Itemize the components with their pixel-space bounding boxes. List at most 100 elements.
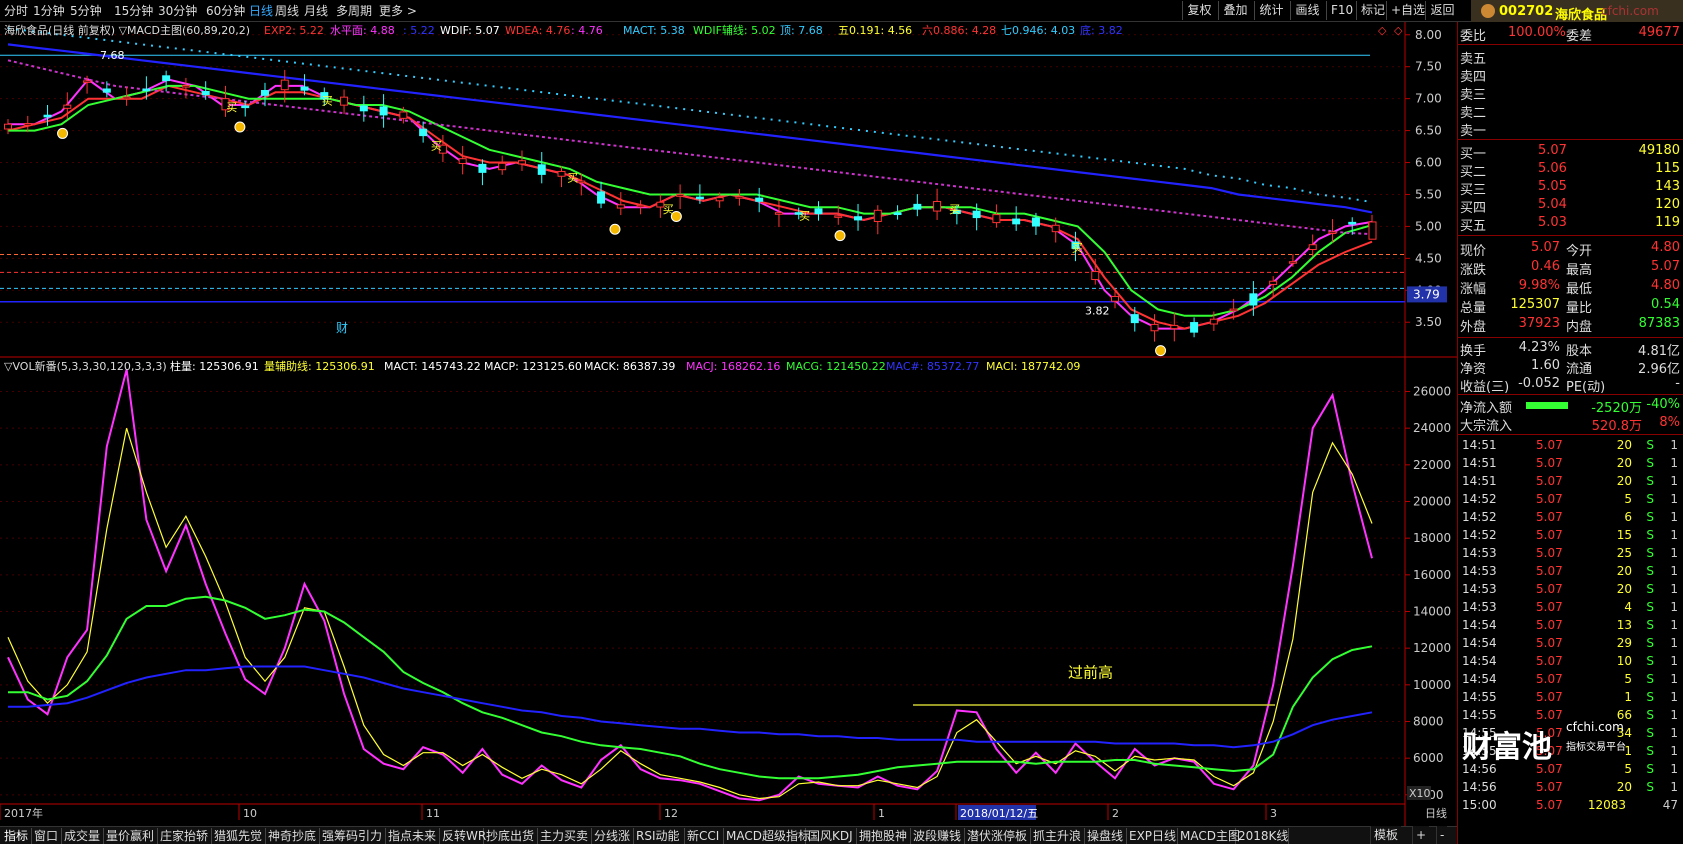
tick-count: 1 xyxy=(1670,672,1678,686)
stat-value: 0.46 xyxy=(1531,259,1560,274)
indicator-tab[interactable]: 拥抱股神 xyxy=(857,828,911,844)
candle-body xyxy=(102,88,111,93)
toolbar-button[interactable]: 复权 xyxy=(1182,1,1216,20)
indicator-tab[interactable]: 神奇抄底 xyxy=(266,828,320,844)
stat-value: 5.07 xyxy=(1531,240,1560,255)
buy-volume: 115 xyxy=(1655,161,1680,176)
indicator-tab[interactable]: 庄家抬轿 xyxy=(158,828,212,844)
toolbar-button[interactable]: 画线 xyxy=(1290,1,1324,20)
kline-chart[interactable]: 8.007.507.006.506.005.505.004.504.003.50… xyxy=(0,22,1457,826)
tick-row[interactable]: 14:54 5.07 29 S 1 xyxy=(1458,635,1683,653)
tick-row[interactable]: 14:53 5.07 25 S 1 xyxy=(1458,545,1683,563)
tick-volume: 4 xyxy=(1624,600,1632,614)
indicator-tab[interactable]: 国风KDJ xyxy=(806,828,857,844)
candle-body xyxy=(814,208,823,215)
tick-count: 1 xyxy=(1670,492,1678,506)
buy-price: 5.07 xyxy=(1538,143,1567,158)
indicator-tab[interactable]: 反转WR xyxy=(440,828,486,844)
tick-row[interactable]: 14:55 5.07 1 S 1 xyxy=(1458,689,1683,707)
date-tick-label: 3 xyxy=(1270,807,1277,820)
indicator-tab[interactable]: 抄底出货 xyxy=(484,828,538,844)
indicator-tab[interactable]: 主力买卖 xyxy=(538,828,592,844)
indicator-tab[interactable]: 指点未来 xyxy=(386,828,440,844)
period-tab[interactable]: 周线 xyxy=(275,3,299,19)
stat-row: 涨幅 9.98% 最低 4.80 xyxy=(1458,277,1683,297)
vol-indicator-value: 柱量: 125306.91 xyxy=(170,360,259,373)
candle-body xyxy=(241,105,250,109)
price-tick-label: 5.00 xyxy=(1415,219,1442,233)
toolbar-button[interactable]: 返回 xyxy=(1425,1,1459,20)
period-tab[interactable]: 1分钟 xyxy=(33,3,65,19)
toolbar-button[interactable]: 统计 xyxy=(1254,1,1288,20)
tick-volume: 6 xyxy=(1624,510,1632,524)
bottom-right-button[interactable]: - xyxy=(1436,826,1448,844)
divider xyxy=(1458,394,1683,395)
indicator-tab[interactable]: 2018K线 xyxy=(1236,828,1289,844)
tick-row[interactable]: 14:53 5.07 20 S 1 xyxy=(1458,581,1683,599)
tick-price: 5.07 xyxy=(1536,636,1563,650)
tick-row[interactable]: 14:51 5.07 20 S 1 xyxy=(1458,455,1683,473)
period-tab[interactable]: 月线 xyxy=(304,3,328,19)
bottom-right-button[interactable]: + xyxy=(1412,826,1430,844)
tick-row[interactable]: 14:52 5.07 15 S 1 xyxy=(1458,527,1683,545)
period-tab[interactable]: 分时 xyxy=(4,3,28,19)
tick-row[interactable]: 14:54 5.07 10 S 1 xyxy=(1458,653,1683,671)
candle-body xyxy=(597,191,606,204)
period-tab[interactable]: 多周期 xyxy=(336,3,372,19)
tick-row[interactable]: 14:51 5.07 20 S 1 xyxy=(1458,437,1683,455)
tick-side: S xyxy=(1646,546,1654,560)
indicator-tab[interactable]: 窗口 xyxy=(32,828,62,844)
candle-body xyxy=(23,123,32,126)
vol-indicator-value: MACG: 121450.22 xyxy=(786,360,886,373)
period-tab[interactable]: 15分钟 xyxy=(114,3,153,19)
main-indicator-value: EXP2: 5.22 xyxy=(264,24,324,37)
period-tab[interactable]: 5分钟 xyxy=(70,3,102,19)
toolbar-button[interactable]: 标记 xyxy=(1356,1,1385,20)
buy-label: 买五 xyxy=(1460,219,1487,234)
candle-body xyxy=(458,158,467,164)
indicator-tab[interactable]: 成交量 xyxy=(62,828,104,844)
indicator-tab[interactable]: MACD超级指标 xyxy=(724,828,810,844)
tick-volume: 5 xyxy=(1624,492,1632,506)
tick-row[interactable]: 14:53 5.07 4 S 1 xyxy=(1458,599,1683,617)
toolbar-button[interactable]: +自选 xyxy=(1386,1,1425,20)
indicator-tab[interactable]: RSI动能 xyxy=(634,828,685,844)
tick-row[interactable]: 14:54 5.07 13 S 1 xyxy=(1458,617,1683,635)
indicator-tab[interactable]: MACD主图 xyxy=(1178,828,1240,844)
buy-signal-dot xyxy=(234,121,246,133)
tick-volume: 20 xyxy=(1616,780,1632,794)
tick-row[interactable]: 14:52 5.07 6 S 1 xyxy=(1458,509,1683,527)
stock-name: 海欣食品 xyxy=(1555,8,1608,23)
tick-row[interactable]: 14:54 5.07 5 S 1 xyxy=(1458,671,1683,689)
period-tab[interactable]: 更多 > xyxy=(379,3,417,19)
indicator-tab[interactable]: 波段赚钱 xyxy=(911,828,965,844)
tick-row[interactable]: 14:52 5.07 5 S 1 xyxy=(1458,491,1683,509)
tick-volume: 20 xyxy=(1616,564,1632,578)
indicator-tab[interactable]: 指标 xyxy=(2,828,32,844)
indicator-tab[interactable]: 抓主升浪 xyxy=(1031,828,1085,844)
period-tab[interactable]: 日线 xyxy=(249,3,273,19)
tick-row[interactable]: 14:53 5.07 20 S 1 xyxy=(1458,563,1683,581)
toolbar-button[interactable]: 叠加 xyxy=(1218,1,1252,20)
period-tab[interactable]: 60分钟 xyxy=(206,3,245,19)
indicator-tab[interactable]: 潜伏涨停板 xyxy=(965,828,1031,844)
indicator-tab[interactable]: EXP日线 xyxy=(1127,828,1178,844)
period-tab[interactable]: 30分钟 xyxy=(158,3,197,19)
indicator-tab[interactable]: 量价赢利 xyxy=(104,828,158,844)
indicator-tab[interactable]: 强筹码引力 xyxy=(320,828,386,844)
tick-row[interactable]: 14:56 5.07 20 S 1 xyxy=(1458,779,1683,797)
indicator-tab[interactable]: 猎狐先觉 xyxy=(212,828,266,844)
vol-tick-label: 14000 xyxy=(1413,605,1451,619)
tick-side: S xyxy=(1646,726,1654,740)
flow-value: 520.8万 xyxy=(1591,419,1642,434)
indicator-tab[interactable]: 新CCI xyxy=(685,828,724,844)
tick-row[interactable]: 15:00 5.07 12083 47 xyxy=(1458,797,1683,815)
toolbar-button[interactable]: F10 xyxy=(1326,1,1354,20)
candle-body xyxy=(676,194,685,197)
candle-body xyxy=(873,209,882,222)
bottom-right-button[interactable]: 模板 xyxy=(1370,826,1402,844)
stat2-row: 换手 4.23% 股本 4.81亿 xyxy=(1458,339,1683,359)
indicator-tab[interactable]: 分线涨 xyxy=(592,828,634,844)
tick-row[interactable]: 14:51 5.07 20 S 1 xyxy=(1458,473,1683,491)
indicator-tab[interactable]: 操盘线 xyxy=(1085,828,1127,844)
